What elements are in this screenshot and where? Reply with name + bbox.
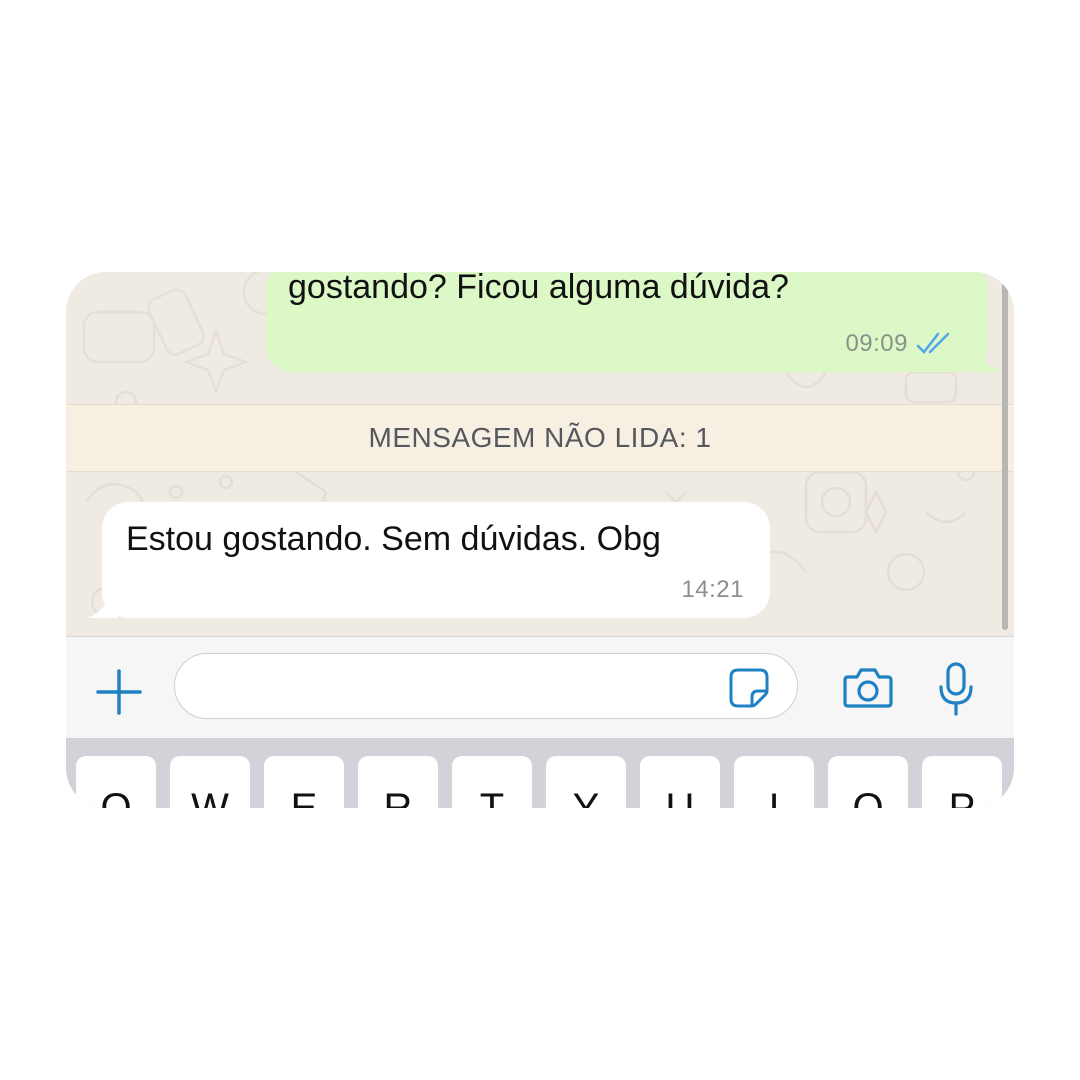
- key-r[interactable]: R: [358, 756, 438, 808]
- outgoing-message-time: 09:09: [845, 330, 908, 357]
- outgoing-bubble-tail: [972, 348, 1002, 372]
- key-i[interactable]: I: [734, 756, 814, 808]
- message-input[interactable]: [174, 653, 798, 719]
- keyboard: Q W E R T Y U I O P: [66, 738, 1014, 808]
- outgoing-message-bubble[interactable]: gostando? Ficou alguma dúvida? 09:09: [266, 272, 1002, 372]
- chat-scrollbar[interactable]: [1002, 282, 1008, 630]
- microphone-icon[interactable]: [936, 661, 976, 717]
- outgoing-message-meta: 09:09: [845, 330, 952, 358]
- sticker-icon[interactable]: [728, 667, 770, 709]
- incoming-message-bubble[interactable]: Estou gostando. Sem dúvidas. Obg 14:21: [86, 502, 770, 618]
- incoming-message-time: 14:21: [681, 576, 744, 603]
- incoming-bubble-tail: [86, 594, 118, 618]
- key-o[interactable]: O: [828, 756, 908, 808]
- unread-messages-label: MENSAGEM NÃO LIDA: 1: [368, 422, 712, 453]
- key-q[interactable]: Q: [76, 756, 156, 808]
- chat-area[interactable]: gostando? Ficou alguma dúvida? 09:09 MEN…: [66, 272, 1014, 636]
- key-w[interactable]: W: [170, 756, 250, 808]
- plus-icon[interactable]: [94, 667, 144, 717]
- key-t[interactable]: T: [452, 756, 532, 808]
- double-check-icon: [916, 332, 950, 354]
- chat-screen: gostando? Ficou alguma dúvida? 09:09 MEN…: [66, 272, 1014, 808]
- key-e[interactable]: E: [264, 756, 344, 808]
- incoming-message-text: Estou gostando. Sem dúvidas. Obg: [126, 520, 661, 558]
- key-u[interactable]: U: [640, 756, 720, 808]
- key-y[interactable]: Y: [546, 756, 626, 808]
- camera-icon[interactable]: [842, 665, 894, 711]
- key-p[interactable]: P: [922, 756, 1002, 808]
- unread-messages-divider: MENSAGEM NÃO LIDA: 1: [66, 404, 1014, 472]
- outgoing-message-text: gostando? Ficou alguma dúvida?: [288, 272, 789, 306]
- message-input-bar: [66, 636, 1014, 739]
